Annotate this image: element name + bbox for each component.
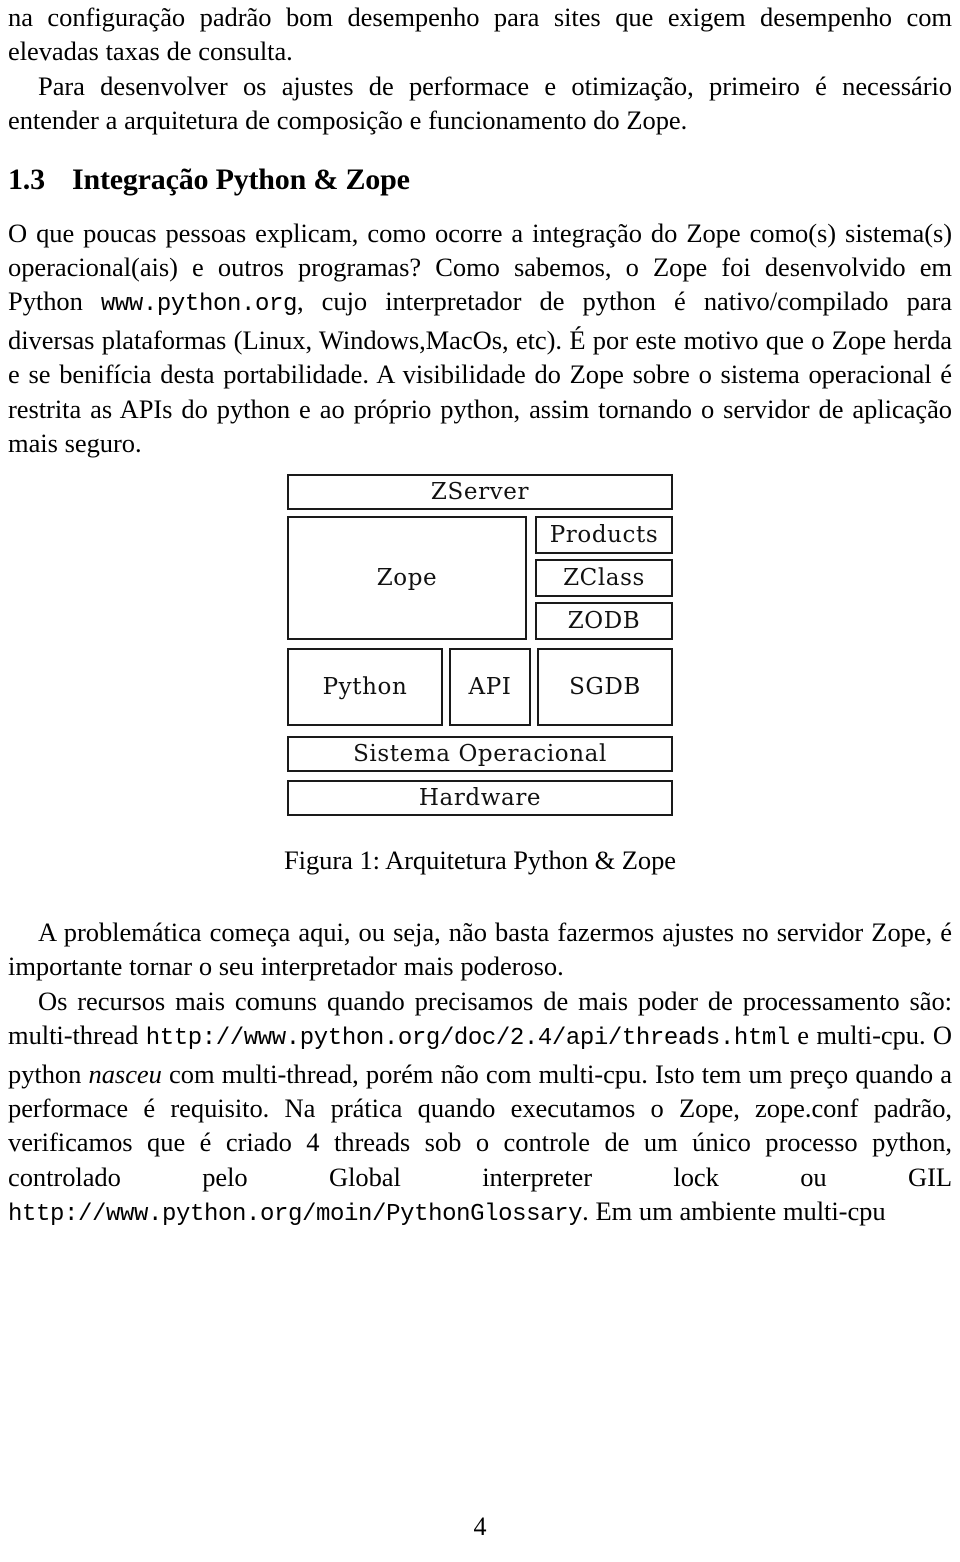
paragraph-recursos: Os recursos mais comuns quando precisamo… xyxy=(8,984,952,1233)
paragraph-integration: O que poucas pessoas explicam, como ocor… xyxy=(8,216,952,461)
diagram-box-python: Python xyxy=(287,648,443,726)
spacer-before-heading xyxy=(8,138,952,162)
diagram-box-sistema-operacional: Sistema Operacional xyxy=(287,736,673,772)
diagram-box-hardware: Hardware xyxy=(287,780,673,816)
emphasis-nasceu: nasceu xyxy=(88,1058,162,1089)
section-heading: 1.3 Integração Python & Zope xyxy=(8,162,952,198)
diagram-box-api: API xyxy=(449,648,531,726)
spacer-after-heading xyxy=(8,198,952,216)
page-number: 4 xyxy=(473,1512,487,1541)
section-title: Integração Python & Zope xyxy=(72,162,410,196)
link-python-glossary[interactable]: http://www.python.org/moin/PythonGlossar… xyxy=(8,1201,583,1228)
paragraph-problematica: A problemática começa aqui, ou seja, não… xyxy=(8,917,952,982)
diagram-box-products: Products xyxy=(535,516,673,554)
figure-caption: Figura 1: Arquitetura Python & Zope xyxy=(283,845,677,875)
diagram-box-zserver: ZServer xyxy=(287,474,673,510)
figure-architecture: ZServer Zope Products ZClass ZODB Python… xyxy=(0,466,960,876)
diagram-box-zodb: ZODB xyxy=(535,602,673,640)
paragraph-performance: Para desenvolver os ajustes de performac… xyxy=(8,70,952,136)
diagram-box-sgdb: SGDB xyxy=(537,648,673,726)
paragraph-recursos-part-d: . Em um ambiente multi-cpu xyxy=(582,1196,886,1227)
document-page: na configuração padrão bom desempenho pa… xyxy=(0,0,960,1562)
paragraph-continued: na configuração padrão bom desempenho pa… xyxy=(8,2,952,67)
diagram-box-zope: Zope xyxy=(287,516,527,640)
diagram-box-zclass: ZClass xyxy=(535,559,673,597)
link-python-org[interactable]: www.python.org xyxy=(101,291,297,318)
page-top-text-block: na configuração padrão bom desempenho pa… xyxy=(8,0,952,460)
page-bottom-text-block: A problemática começa aqui, ou seja, não… xyxy=(8,915,952,1233)
section-number: 1.3 xyxy=(8,162,45,196)
architecture-diagram: ZServer Zope Products ZClass ZODB Python… xyxy=(287,466,673,822)
link-python-threads-doc[interactable]: http://www.python.org/doc/2.4/api/thread… xyxy=(146,1025,791,1052)
